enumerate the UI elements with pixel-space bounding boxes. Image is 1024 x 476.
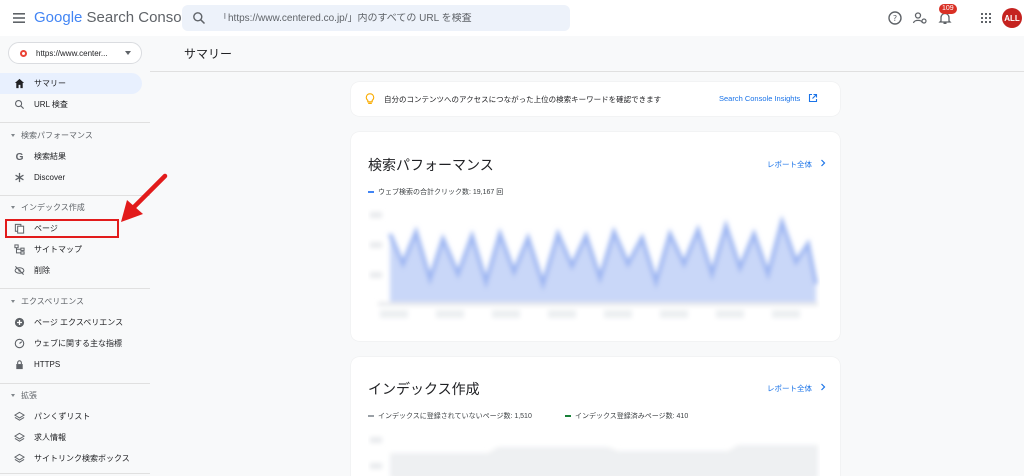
- search-console-insights-link[interactable]: Search Console Insights: [719, 94, 800, 103]
- annotation-highlight-box: [5, 219, 119, 238]
- sidebar-item-label: URL 検査: [34, 100, 68, 109]
- chevron-down-icon: [11, 134, 15, 137]
- removal-icon: [14, 265, 25, 276]
- layers-icon: [14, 432, 25, 442]
- property-url: https://www.center...: [36, 48, 108, 58]
- insights-text: 自分のコンテンツへのアクセスにつながった上位の検索キーワードを確認できます: [384, 95, 662, 104]
- blurred-clicks-chart: [370, 212, 818, 318]
- page-title: サマリー: [184, 47, 233, 61]
- sidebar-divider: [0, 122, 150, 123]
- chevron-right-icon[interactable]: [819, 383, 827, 391]
- sitemap-icon: [14, 244, 25, 255]
- lock-icon: [16, 360, 23, 370]
- user-settings-icon[interactable]: [912, 10, 928, 26]
- layers-icon: [14, 411, 25, 421]
- indexing-card: インデックス作成 レポート全体 インデックスに登録されていないページ数: 1,5…: [351, 357, 840, 476]
- product-name: Search Console: [86, 9, 194, 26]
- sidebar-item-https[interactable]: HTTPS: [0, 354, 142, 375]
- chevron-down-icon: [11, 394, 15, 397]
- legend-indexed: インデックス登録済みページ数: 410: [565, 411, 688, 421]
- legend-total-clicks: ウェブ検索の合計クリック数: 19,167 回: [368, 187, 503, 197]
- sidebar-item-label: サマリー: [34, 79, 66, 88]
- layers-icon: [14, 453, 25, 463]
- sidebar-item-breadcrumbs[interactable]: パンくずリスト: [0, 406, 142, 427]
- blurred-indexing-chart: [370, 437, 818, 476]
- full-report-link[interactable]: レポート全体: [767, 159, 812, 170]
- svg-text:G: G: [16, 152, 24, 162]
- notification-badge: 109: [939, 4, 957, 14]
- sidebar-item-removals[interactable]: 削除: [0, 260, 142, 281]
- header-divider: [150, 71, 1024, 72]
- gauge-icon: [14, 338, 25, 349]
- sidebar-item-search-results[interactable]: G 検索結果: [0, 146, 142, 167]
- card-title: インデックス作成: [368, 381, 480, 397]
- search-input[interactable]: [218, 12, 558, 24]
- svg-text:?: ?: [893, 14, 897, 23]
- sidebar-item-core-web-vitals[interactable]: ウェブに関する主な指標: [0, 333, 142, 354]
- hamburger-menu-icon[interactable]: [11, 10, 27, 26]
- search-icon: [15, 100, 25, 110]
- plus-circle-icon: [14, 317, 25, 328]
- sidebar-divider: [0, 288, 150, 289]
- legend-swatch: [368, 415, 374, 417]
- sidebar-item-url-inspection[interactable]: URL 検査: [0, 94, 142, 115]
- legend-swatch: [368, 191, 374, 193]
- external-link-icon[interactable]: [808, 93, 818, 103]
- product-logo[interactable]: Google Search Console: [34, 9, 193, 26]
- sidebar-item-sitemaps[interactable]: サイトマップ: [0, 239, 142, 260]
- chevron-right-icon[interactable]: [819, 159, 827, 167]
- insights-banner: 自分のコンテンツへのアクセスにつながった上位の検索キーワードを確認できます Se…: [351, 82, 840, 116]
- sidebar-item-page-experience[interactable]: ページ エクスペリエンス: [0, 312, 142, 333]
- top-app-bar: Google Search Console ? 109 ALL: [0, 0, 1024, 36]
- legend-not-indexed: インデックスに登録されていないページ数: 1,510: [368, 411, 532, 421]
- sidebar-item-sitelinks-searchbox[interactable]: サイトリンク検索ボックス: [0, 448, 142, 469]
- property-favicon-icon: [20, 49, 27, 57]
- sidebar-divider: [0, 383, 150, 384]
- search-icon: [193, 12, 206, 25]
- google-g-icon: G: [16, 152, 24, 162]
- legend-swatch: [565, 415, 571, 417]
- annotation-arrow-icon: [121, 173, 168, 222]
- google-wordmark: Google: [34, 9, 83, 26]
- help-icon[interactable]: ?: [887, 10, 903, 26]
- url-inspect-search[interactable]: [182, 5, 570, 31]
- full-report-link[interactable]: レポート全体: [767, 383, 812, 394]
- sidebar-divider: [0, 473, 150, 474]
- property-selector[interactable]: https://www.center...: [8, 42, 142, 64]
- apps-grid-icon[interactable]: [978, 10, 994, 26]
- chevron-down-icon: [125, 51, 131, 55]
- sidebar-item-job-postings[interactable]: 求人情報: [0, 427, 142, 448]
- home-icon: [14, 78, 25, 89]
- asterisk-icon: [15, 172, 24, 183]
- account-avatar[interactable]: ALL: [1002, 8, 1022, 28]
- performance-card: 検索パフォーマンス レポート全体 ウェブ検索の合計クリック数: 19,167 回: [351, 132, 840, 341]
- chevron-down-icon: [11, 206, 15, 209]
- chevron-down-icon: [11, 300, 15, 303]
- card-title: 検索パフォーマンス: [368, 157, 494, 173]
- sidebar-item-summary[interactable]: サマリー: [0, 73, 142, 94]
- lightbulb-icon: [365, 93, 375, 104]
